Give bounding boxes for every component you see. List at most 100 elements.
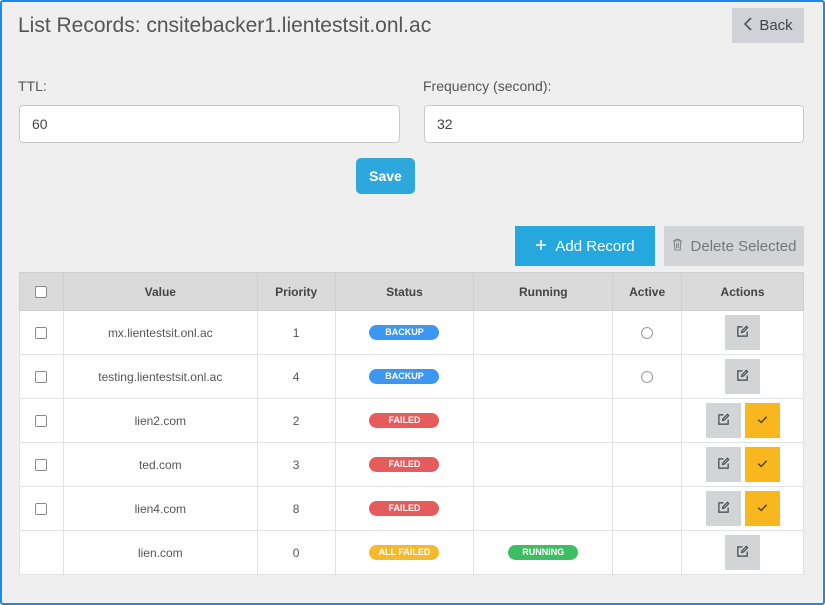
status-badge: BACKUP <box>369 325 440 341</box>
table-row: lien2.com 2 FAILED <box>19 398 804 443</box>
record-status-cell: BACKUP <box>334 354 475 399</box>
delete-selected-button[interactable]: Delete Selected <box>664 226 804 266</box>
trash-icon <box>672 238 683 255</box>
ttl-input[interactable] <box>19 105 400 143</box>
record-priority: 2 <box>256 398 336 443</box>
table-row: mx.lientestsit.onl.ac 1 BACKUP <box>19 310 804 355</box>
row-checkbox[interactable] <box>35 327 48 340</box>
row-actions <box>683 403 802 438</box>
edit-button[interactable] <box>705 403 741 438</box>
back-button[interactable]: Back <box>732 8 804 43</box>
column-header-actions: Actions <box>681 272 804 311</box>
status-badge: ALL FAILED <box>369 545 440 561</box>
record-priority: 8 <box>256 486 336 531</box>
record-active-cell <box>612 354 683 399</box>
record-status-cell: ALL FAILED <box>334 530 475 575</box>
record-actions-cell <box>681 398 804 443</box>
record-active-cell <box>612 530 683 575</box>
activate-button[interactable] <box>744 491 780 526</box>
edit-icon <box>736 369 749 385</box>
edit-icon <box>717 413 730 429</box>
frequency-input[interactable] <box>424 105 804 143</box>
record-value: ted.com <box>62 442 258 487</box>
record-running-cell <box>473 354 614 399</box>
delete-selected-label: Delete Selected <box>690 237 797 255</box>
row-actions <box>683 447 802 482</box>
record-actions-cell <box>681 486 804 531</box>
row-select-cell <box>19 486 64 531</box>
record-value: lien2.com <box>62 398 258 443</box>
column-header-status[interactable]: Status <box>334 272 475 311</box>
records-table: Value Priority Status Running Active Act… <box>19 272 804 575</box>
table-row: lien.com 0 ALL FAILED RUNNING <box>19 530 804 575</box>
activate-button[interactable] <box>744 403 780 438</box>
row-checkbox[interactable] <box>35 371 48 384</box>
ttl-label: TTL: <box>18 78 47 94</box>
record-value: lien.com <box>62 530 258 575</box>
save-button[interactable]: Save <box>356 158 415 194</box>
row-checkbox[interactable] <box>35 415 48 428</box>
record-actions-cell <box>681 530 804 575</box>
edit-button[interactable] <box>725 315 761 350</box>
select-all-cell <box>19 272 64 311</box>
record-active-cell <box>612 310 683 355</box>
check-icon <box>756 457 769 473</box>
record-actions-cell <box>681 354 804 399</box>
record-value: testing.lientestsit.onl.ac <box>62 354 258 399</box>
row-actions <box>683 315 802 350</box>
row-select-cell <box>19 530 64 575</box>
add-record-button[interactable]: Add Record <box>515 226 655 266</box>
record-running-cell <box>473 486 614 531</box>
record-priority: 1 <box>256 310 336 355</box>
record-actions-cell <box>681 310 804 355</box>
active-radio[interactable] <box>641 371 654 384</box>
record-running-cell <box>473 398 614 443</box>
record-running-cell <box>473 442 614 487</box>
row-actions <box>683 359 802 394</box>
row-actions <box>683 491 802 526</box>
row-checkbox[interactable] <box>35 459 48 472</box>
status-badge: FAILED <box>369 457 440 473</box>
edit-button[interactable] <box>705 491 741 526</box>
edit-button[interactable] <box>705 447 741 482</box>
select-all-checkbox[interactable] <box>35 286 48 299</box>
edit-button[interactable] <box>725 535 761 570</box>
row-select-cell <box>19 442 64 487</box>
record-priority: 4 <box>256 354 336 399</box>
column-header-priority[interactable]: Priority <box>256 272 336 311</box>
record-running-cell <box>473 310 614 355</box>
chevron-left-icon <box>743 16 753 35</box>
edit-icon <box>717 457 730 473</box>
table-header-row: Value Priority Status Running Active Act… <box>19 272 804 311</box>
row-select-cell <box>19 310 64 355</box>
record-priority: 0 <box>256 530 336 575</box>
row-checkbox[interactable] <box>35 503 48 516</box>
record-actions-cell <box>681 442 804 487</box>
record-running-cell: RUNNING <box>473 530 614 575</box>
table-row: lien4.com 8 FAILED <box>19 486 804 531</box>
status-badge: FAILED <box>369 413 440 429</box>
column-header-active[interactable]: Active <box>612 272 683 311</box>
frequency-label: Frequency (second): <box>423 78 552 94</box>
record-status-cell: FAILED <box>334 442 475 487</box>
column-header-value[interactable]: Value <box>62 272 258 311</box>
record-status-cell: BACKUP <box>334 310 475 355</box>
record-active-cell <box>612 398 683 443</box>
plus-icon <box>535 238 547 255</box>
edit-button[interactable] <box>725 359 761 394</box>
record-value: lien4.com <box>62 486 258 531</box>
table-row: testing.lientestsit.onl.ac 4 BACKUP <box>19 354 804 399</box>
status-badge: FAILED <box>369 501 440 517</box>
edit-icon <box>736 325 749 341</box>
record-active-cell <box>612 486 683 531</box>
record-status-cell: FAILED <box>334 398 475 443</box>
status-badge: BACKUP <box>369 369 440 385</box>
activate-button[interactable] <box>744 447 780 482</box>
record-status-cell: FAILED <box>334 486 475 531</box>
back-button-label: Back <box>759 17 793 34</box>
active-radio[interactable] <box>641 327 654 340</box>
edit-icon <box>736 545 749 561</box>
row-actions <box>683 535 802 570</box>
page-title: List Records: cnsitebacker1.lientestsit.… <box>18 14 432 37</box>
column-header-running[interactable]: Running <box>473 272 614 311</box>
